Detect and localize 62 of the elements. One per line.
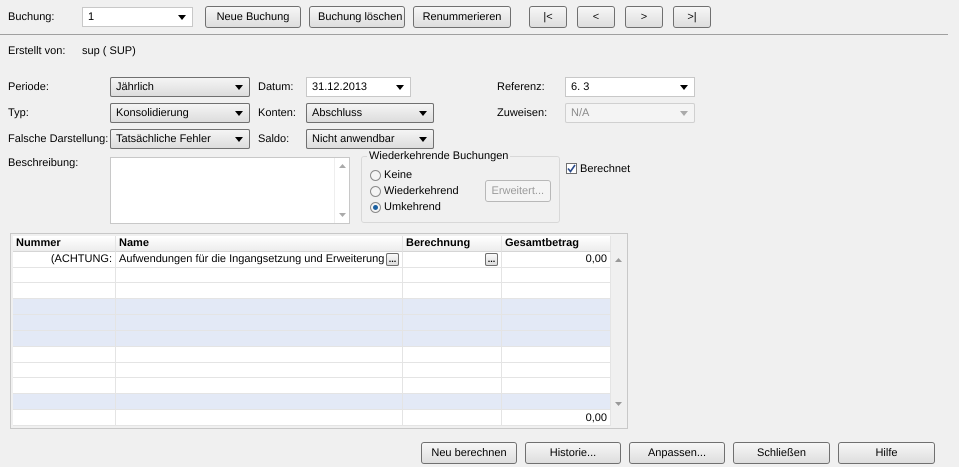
dropdown-field[interactable]: 31.12.2013 [306, 77, 411, 97]
dropdown-field[interactable]: 6. 3 [565, 77, 695, 97]
dropdown-arrow-icon [235, 110, 243, 116]
total-amount: 0,00 [502, 410, 611, 426]
dropdown-arrow-icon [178, 14, 186, 20]
dropdown-arrow-icon [235, 84, 243, 90]
toolbar-button[interactable]: Neue Buchung [205, 6, 301, 28]
scroll-down-icon[interactable] [614, 402, 622, 406]
dropdown-arrow-icon [419, 136, 427, 142]
dropdown-field[interactable]: Nicht anwendbar [306, 129, 434, 149]
dialog-button[interactable]: Historie... [525, 442, 621, 464]
toolbar-button[interactable]: Renummerieren [413, 6, 511, 28]
radio-option[interactable]: Keine [370, 169, 459, 181]
navigation-button[interactable]: >| [673, 6, 711, 28]
field-label: Referenz: [497, 81, 546, 93]
navigation-button[interactable]: > [625, 6, 663, 28]
dialog-button[interactable]: Schließen [733, 442, 830, 464]
column-header[interactable]: Gesamtbetrag [502, 236, 611, 252]
dropdown-arrow-icon [235, 136, 243, 142]
field-label: Datum: [258, 81, 294, 93]
check-icon [567, 164, 576, 173]
dropdown-arrow-icon [396, 84, 404, 90]
radio-option[interactable]: Wiederkehrend [370, 185, 459, 197]
field-label: Falsche Darstellung: [8, 133, 110, 145]
navigation-button[interactable]: < [577, 6, 615, 28]
dropdown-arrow-icon [680, 110, 688, 116]
column-header[interactable]: Berechnung [403, 236, 502, 252]
ellipsis-button[interactable]: ... [386, 252, 399, 266]
table-cell: (ACHTUNG: [13, 252, 116, 268]
radio-option[interactable]: Umkehrend [370, 201, 459, 213]
field-label: Zuweisen: [497, 107, 548, 119]
navigation-button[interactable]: |< [529, 6, 567, 28]
field-label: Konten: [258, 107, 297, 119]
booking-dropdown[interactable]: 1 [82, 7, 193, 27]
toolbar-button[interactable]: Buchung löschen [309, 6, 405, 28]
description-field[interactable] [110, 157, 350, 224]
booking-label: Buchung: [8, 11, 56, 23]
field-label: Periode: [8, 81, 50, 93]
dialog-button[interactable]: Anpassen... [629, 442, 725, 464]
group-title: Wiederkehrende Buchungen [367, 150, 510, 162]
column-header[interactable]: Nummer [13, 236, 116, 252]
table-cell: 0,00 [502, 252, 611, 268]
scroll-down-icon[interactable] [338, 213, 346, 217]
column-header[interactable]: Name [116, 236, 403, 252]
ellipsis-button[interactable]: ... [485, 252, 498, 266]
dropdown-arrow-icon [680, 84, 688, 90]
field-label: Saldo: [258, 133, 290, 145]
dialog-button[interactable]: Hilfe [838, 442, 935, 464]
scroll-up-icon[interactable] [338, 164, 346, 168]
dropdown-arrow-icon [419, 110, 427, 116]
cell-text: Aufwendungen für die Ingangsetzung und Erweiterung [119, 253, 384, 266]
calculated-checkbox[interactable]: Berechnet [566, 163, 630, 224]
dialog-button[interactable]: Neu berechnen [421, 442, 517, 464]
field-label: Typ: [8, 107, 30, 119]
dropdown-field[interactable]: Tatsächliche Fehler [110, 129, 250, 149]
dropdown-field[interactable]: Jährlich [110, 77, 250, 97]
created-by-value: sup ( SUP) [82, 45, 136, 59]
dropdown-field[interactable]: Konsolidierung [110, 103, 250, 123]
dropdown-field[interactable]: Abschluss [306, 103, 434, 123]
scroll-up-icon[interactable] [614, 258, 622, 262]
description-label: Beschreibung: [8, 157, 80, 171]
created-by-label: Erstellt von: [8, 45, 66, 59]
